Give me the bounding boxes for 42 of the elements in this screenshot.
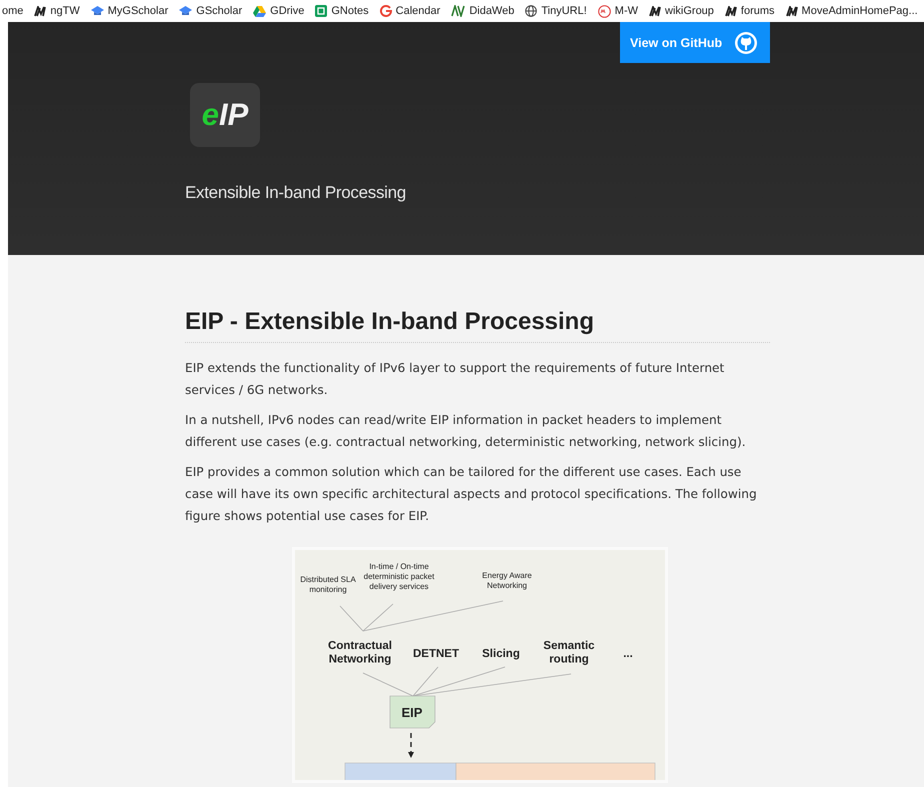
site-subtitle: Extensible In-band Processing bbox=[185, 183, 406, 203]
bookmark-link[interactable]: ome bbox=[2, 5, 24, 17]
bookmark-link[interactable]: forums bbox=[724, 5, 775, 17]
graduation-cap-icon bbox=[90, 6, 104, 16]
plant-icon bbox=[451, 5, 466, 17]
bookmark-link[interactable]: wikiGroup bbox=[649, 5, 714, 17]
paragraph: In a nutshell, IPv6 nodes can read/write EIP information in packet headers to implement different use cases (e.g. contractual networking, deterministic networking, network slicing). bbox=[185, 412, 747, 451]
n-logo-icon bbox=[786, 6, 798, 16]
service-label: Distributed SLA monitoring bbox=[300, 575, 356, 594]
use-case-label: Semantic routing bbox=[543, 640, 595, 666]
use-case-label: Slicing bbox=[482, 648, 520, 660]
eip-node: EIP bbox=[390, 696, 436, 728]
bookmark-link[interactable]: GScholar bbox=[179, 5, 242, 17]
g-logo-icon bbox=[380, 5, 392, 17]
bookmark-link[interactable]: MoveAdminHomePag... bbox=[786, 5, 918, 17]
use-case-label: Contractual Networking bbox=[328, 640, 392, 666]
dictionary-logo-icon bbox=[598, 4, 611, 18]
bookmark-link[interactable]: MyGScholar bbox=[90, 5, 168, 17]
page-title: EIP - Extensible In-band Processing bbox=[185, 308, 770, 343]
paragraph: EIP extends the functionality of IPv6 layer to support the requirements of future Internet services / 6G networks. bbox=[185, 360, 726, 399]
bookmark-link[interactable]: GDrive bbox=[253, 5, 304, 17]
notes-icon bbox=[315, 5, 328, 17]
bookmark-link[interactable]: Calendar bbox=[380, 5, 440, 17]
bookmark-link[interactable]: M-W bbox=[598, 4, 638, 18]
logo: eIP bbox=[190, 83, 260, 147]
github-icon bbox=[734, 30, 758, 54]
graduation-cap-icon bbox=[179, 6, 192, 16]
n-logo-icon bbox=[649, 6, 662, 16]
service-label: In-time / On-time deterministic packet delivery services bbox=[364, 562, 434, 591]
globe-icon bbox=[525, 5, 538, 17]
n-logo-icon bbox=[724, 6, 737, 16]
use-case-label: ... bbox=[623, 648, 633, 660]
bookmark-link[interactable]: ngTW bbox=[34, 5, 80, 17]
bookmark-link[interactable]: TinyURL! bbox=[525, 5, 587, 17]
bookmark-link[interactable]: DidaWeb bbox=[451, 5, 514, 17]
service-label: Energy Aware Networking bbox=[482, 571, 532, 590]
bookmark-link[interactable]: GNotes bbox=[315, 5, 369, 17]
drive-icon bbox=[253, 6, 266, 16]
use-case-label: DETNET bbox=[413, 648, 459, 660]
dashed-arrow bbox=[408, 733, 414, 758]
paragraph: EIP provides a common solution which can be tailored for the different use cases. Each use case will have its own specific architectural aspects and protocol specifications. The following figure shows potential use cases for EIP. bbox=[185, 464, 758, 525]
n-logo-icon bbox=[34, 6, 46, 16]
